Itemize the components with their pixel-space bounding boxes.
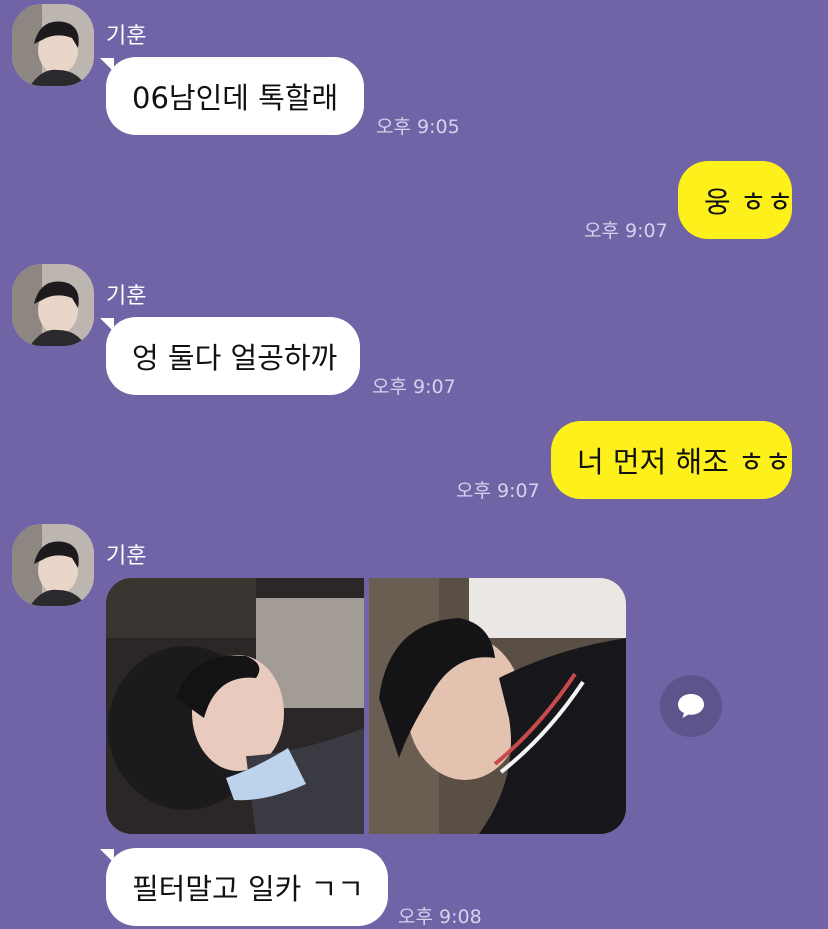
speech-bubble-icon — [678, 694, 704, 718]
message-timestamp: 오후 9:07 — [372, 376, 456, 398]
incoming-message-bubble[interactable]: 필터말고 일카 ㄱㄱ — [106, 848, 388, 926]
sender-name: 기훈 — [106, 24, 147, 49]
message-timestamp: 오후 9:07 — [584, 220, 668, 242]
avatar[interactable] — [12, 4, 94, 86]
sender-name: 기훈 — [106, 544, 147, 569]
sender-name: 기훈 — [106, 284, 147, 309]
avatar[interactable] — [12, 264, 94, 346]
incoming-message-bubble[interactable]: 엉 둘다 얼공하까 — [106, 317, 360, 395]
message-timestamp: 오후 9:08 — [398, 906, 482, 928]
avatar[interactable] — [12, 524, 94, 606]
incoming-message-bubble[interactable]: 06남인데 톡할래 — [106, 57, 364, 135]
message-timestamp: 오후 9:07 — [456, 480, 540, 502]
photo-thumbnail[interactable] — [368, 578, 626, 834]
outgoing-message-bubble[interactable]: 너 먼저 해조 ㅎㅎ — [551, 421, 792, 499]
photo-attachment-group[interactable] — [106, 578, 626, 834]
message-timestamp: 오후 9:05 — [376, 116, 460, 138]
outgoing-message-bubble[interactable]: 웅 ㅎㅎ — [678, 161, 793, 239]
comment-button[interactable] — [660, 675, 722, 737]
photo-thumbnail[interactable] — [106, 578, 364, 834]
